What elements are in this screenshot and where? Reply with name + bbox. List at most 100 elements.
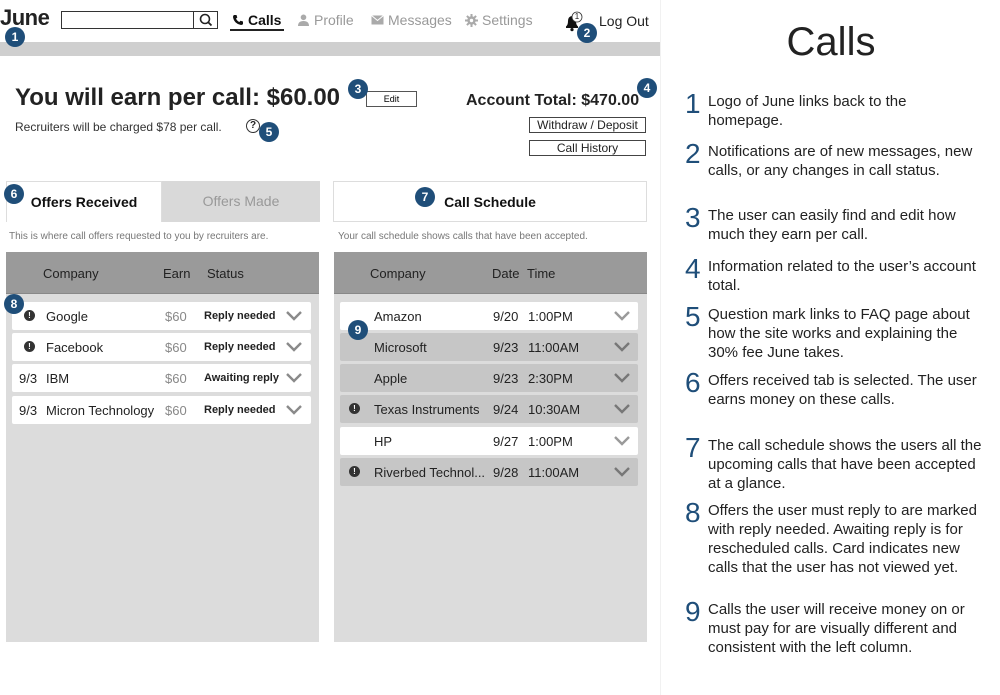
annotation-number: 4 [685, 253, 701, 284]
nav-settings[interactable]: Settings [465, 12, 533, 28]
annotation-title: Calls [786, 20, 876, 64]
earn-per-call: You will earn per call: $60.00 [15, 84, 341, 111]
tab-offers-received[interactable]: Offers Received [6, 181, 162, 222]
logout-link[interactable]: Log Out [599, 13, 649, 29]
schedule-date: 9/23 [493, 340, 519, 355]
account-total: Account Total: $470.00 [466, 92, 640, 109]
offer-company: Facebook [46, 340, 104, 355]
column-header-company: Company [370, 266, 426, 281]
schedule-time: 1:00PM [528, 434, 573, 449]
column-header-earn: Earn [163, 266, 191, 281]
nav-messages[interactable]: Messages [371, 12, 452, 28]
offer-status: Reply needed [204, 341, 276, 353]
schedule-company: Amazon [374, 309, 422, 324]
schedule-company: Riverbed Technol... [374, 465, 486, 480]
offer-row[interactable]: 9/3 Micron Technology $60 Reply needed [12, 396, 311, 424]
phone-icon [233, 15, 243, 25]
schedule-date: 9/24 [493, 402, 519, 417]
search-input[interactable] [62, 12, 194, 28]
offer-row[interactable]: ! Facebook $60 Reply needed [12, 333, 311, 361]
schedule-row[interactable]: Apple 9/23 2:30PM [340, 364, 638, 392]
offer-earn: $60 [165, 371, 187, 386]
search-button[interactable] [193, 12, 217, 28]
offer-earn: $60 [165, 340, 187, 355]
annotation-number: 1 [685, 88, 701, 119]
offer-status: Reply needed [204, 310, 276, 322]
call-history-button[interactable]: Call History [529, 140, 646, 156]
schedule-time: 2:30PM [528, 371, 573, 386]
alert-icon: ! [349, 466, 360, 477]
offer-company: Micron Technology [46, 403, 155, 418]
callout-marker-3: 3 [348, 79, 368, 99]
offers-table-header: Company Earn Status [6, 252, 319, 294]
schedule-date: 9/28 [493, 465, 519, 480]
annotation-number: 6 [685, 367, 701, 398]
alert-icon: ! [24, 341, 35, 352]
help-icon[interactable]: ? [246, 119, 260, 133]
person-icon [298, 14, 309, 26]
annotation-number: 2 [685, 138, 701, 169]
column-header-status: Status [207, 266, 244, 281]
annotation-number: 7 [685, 432, 701, 463]
annotation-text: Calls the user will receive money on or … [708, 601, 965, 656]
column-header-date: Date [492, 266, 520, 281]
nav-profile-label: Profile [314, 12, 354, 28]
offer-status: Reply needed [204, 404, 276, 416]
offer-row[interactable]: ! Google $60 Reply needed [12, 302, 311, 330]
chevron-down-icon[interactable] [614, 403, 630, 415]
offer-company: IBM [46, 371, 70, 386]
chevron-down-icon[interactable] [614, 435, 630, 447]
tab-call-schedule[interactable]: Call Schedule [333, 181, 647, 222]
offers-note: This is where call offers requested to y… [9, 231, 269, 242]
schedule-panel: Company Date Time Amazon 9/20 1:00PM Micros… [334, 252, 647, 642]
nav-profile[interactable]: Profile [297, 12, 354, 28]
annotation-number: 3 [685, 202, 701, 233]
schedule-row[interactable]: Microsoft 9/23 11:00AM [340, 333, 638, 361]
schedule-row[interactable]: HP 9/27 1:00PM [340, 427, 638, 455]
offer-row[interactable]: 9/3 IBM $60 Awaiting reply [12, 364, 311, 392]
schedule-company: Apple [374, 371, 408, 386]
annotation-text: Offers received tab is selected. The use… [708, 372, 977, 408]
annotation-text: The user can easily find and edit how mu… [708, 207, 956, 243]
schedule-company: HP [374, 434, 393, 449]
chevron-down-icon[interactable] [286, 404, 302, 416]
alert-icon: ! [24, 310, 35, 321]
edit-earnings-button[interactable]: Edit [366, 91, 417, 107]
schedule-date: 9/23 [493, 371, 519, 386]
schedule-note: Your call schedule shows calls that have… [338, 231, 588, 242]
chevron-down-icon[interactable] [286, 310, 302, 322]
offer-date: 9/3 [19, 403, 38, 418]
callout-marker-5: 5 [259, 122, 279, 142]
search-box [61, 11, 218, 29]
schedule-time: 11:00AM [528, 465, 580, 480]
callout-marker-8: 8 [4, 294, 24, 314]
chevron-down-icon[interactable] [614, 310, 630, 322]
withdraw-deposit-button[interactable]: Withdraw / Deposit [529, 117, 646, 133]
notification-count: 1 [574, 12, 580, 21]
header-divider-bar [0, 42, 660, 56]
callout-marker-1: 1 [5, 27, 25, 47]
chevron-down-icon[interactable] [286, 372, 302, 384]
chevron-down-icon[interactable] [286, 341, 302, 353]
logo[interactable]: June [0, 5, 50, 31]
chevron-down-icon[interactable] [614, 372, 630, 384]
chevron-down-icon[interactable] [614, 341, 630, 353]
schedule-time: 10:30AM [528, 402, 581, 417]
offers-panel: Company Earn Status ! Google $60 Reply need… [6, 252, 319, 642]
offer-earn: $60 [165, 309, 187, 324]
schedule-time: 11:00AM [528, 340, 580, 355]
schedule-date: 9/20 [493, 309, 519, 324]
callout-marker-6: 6 [4, 184, 24, 204]
chevron-down-icon[interactable] [614, 466, 630, 478]
schedule-table-header: Company Date Time [334, 252, 647, 294]
annotation-number: 5 [685, 301, 701, 332]
column-header-company: Company [43, 266, 99, 281]
tab-offers-made[interactable]: Offers Made [162, 181, 320, 222]
search-icon [199, 13, 213, 27]
schedule-row[interactable]: ! Riverbed Technol... 9/28 11:00AM [340, 458, 638, 486]
schedule-row[interactable]: ! Texas Instruments 9/24 10:30AM [340, 395, 638, 423]
annotation-text: Information related to the user’s accoun… [708, 258, 976, 294]
nav-calls[interactable]: Calls [232, 12, 281, 28]
schedule-row[interactable]: Amazon 9/20 1:00PM [340, 302, 638, 330]
annotation-number: 8 [685, 497, 701, 528]
